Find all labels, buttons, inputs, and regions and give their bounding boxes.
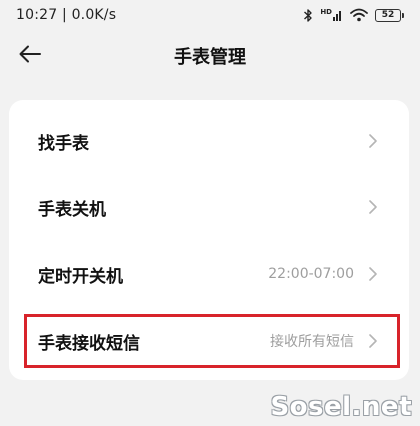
status-icons: HD 52 [303, 8, 404, 23]
back-button[interactable] [16, 42, 44, 70]
chevron-right-icon [367, 266, 379, 282]
settings-row-label: 找手表 [38, 133, 89, 154]
chevron-right-icon [367, 133, 379, 149]
settings-row-receive-sms[interactable]: 手表接收短信 接收所有短信 [9, 310, 409, 372]
settings-row-find-watch[interactable]: 找手表 [9, 110, 409, 172]
watermark: Sosel.net [270, 392, 412, 422]
hd-label: HD [320, 8, 332, 16]
settings-row-label: 定时开关机 [38, 266, 123, 287]
settings-row-power-off[interactable]: 手表关机 [9, 176, 409, 238]
chevron-right-icon [367, 333, 379, 349]
wifi-icon [350, 8, 368, 22]
status-bar: 10:27 | 0.0K/s HD 52 [0, 0, 420, 30]
settings-row-value: 22:00-07:00 [268, 266, 354, 282]
chevron-right-icon [367, 199, 379, 215]
bluetooth-icon [303, 8, 313, 23]
header: 手表管理 [0, 36, 420, 76]
settings-card: 找手表 手表关机 定时开关机 22:00-07:00 手表接收短信 接收所有短信 [9, 100, 409, 380]
settings-row-value: 接收所有短信 [270, 334, 354, 350]
status-time-speed: 10:27 | 0.0K/s [16, 7, 117, 23]
settings-row-label: 手表关机 [38, 199, 106, 220]
battery-level: 52 [375, 8, 401, 22]
hd-signal-icon: HD [320, 9, 343, 21]
page-title: 手表管理 [174, 47, 246, 68]
settings-row-scheduled-power[interactable]: 定时开关机 22:00-07:00 [9, 243, 409, 305]
settings-row-label: 手表接收短信 [38, 333, 140, 354]
battery-icon: 52 [375, 8, 404, 22]
arrow-left-icon [18, 44, 42, 68]
